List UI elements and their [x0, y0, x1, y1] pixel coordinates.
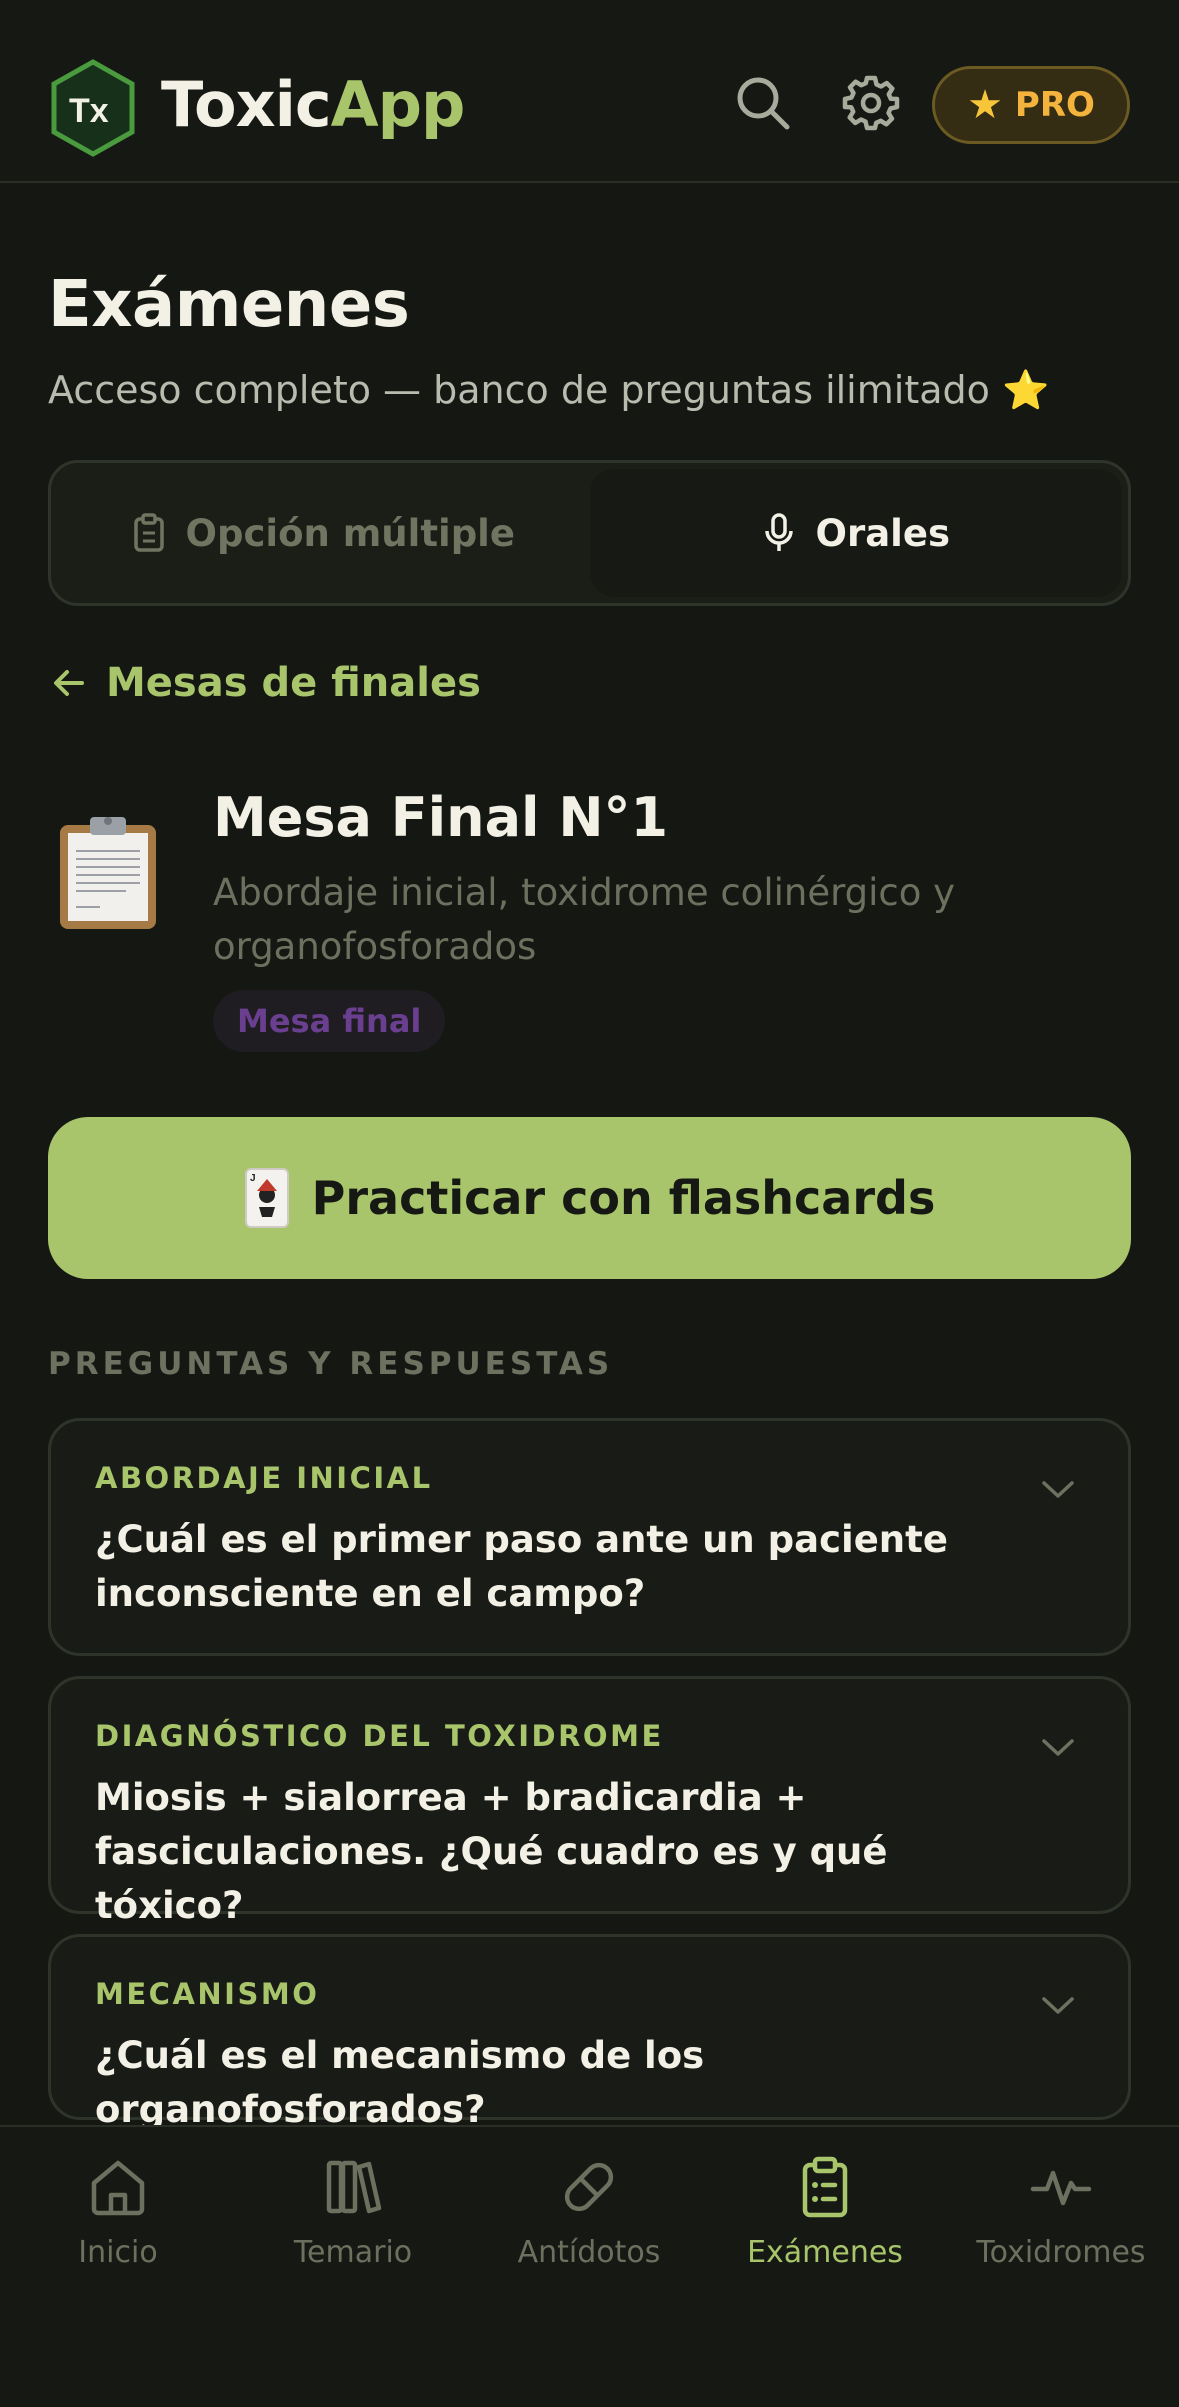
nav-item-toxidromes[interactable]: Toxidromes [943, 2155, 1179, 2270]
pulse-icon [1030, 2170, 1092, 2206]
mesa-description: Abordaje inicial, toxidrome colinérgico … [213, 871, 956, 968]
nav-item-inicio[interactable]: Inicio [0, 2155, 236, 2270]
subtitle-star-icon: ⭐ [1001, 368, 1050, 412]
exams-screen: Tx ToxicApp ★ PRO Exámenes Acceso comple… [0, 0, 1179, 2407]
mesa-type-badge: Mesa final [213, 990, 446, 1052]
brand-part2: App [330, 68, 466, 141]
exam-type-tabs: Opción múltiple Orales [48, 460, 1131, 606]
chevron-down-icon[interactable] [1040, 1735, 1076, 1759]
back-to-mesas-link[interactable]: Mesas de finales [52, 660, 481, 706]
question-card[interactable]: ABORDAJE INICIAL ¿Cuál es el primer paso… [48, 1418, 1131, 1656]
subtitle-text: Acceso completo — banco de preguntas ili… [48, 368, 990, 412]
search-icon[interactable] [734, 74, 792, 132]
clipboard-list-icon [802, 2156, 848, 2218]
tab-label: Opción múltiple [185, 511, 515, 555]
page-title: Exámenes [48, 268, 410, 342]
question-category: MECANISMO [95, 1977, 320, 2011]
flashcards-label: Practicar con flashcards [311, 1171, 936, 1225]
question-text: ¿Cuál es el mecanismo de los organofosfo… [95, 2034, 705, 2131]
question-text: Miosis + sialorrea + bradicardia + fasci… [95, 1776, 888, 1927]
question-category: ABORDAJE INICIAL [95, 1461, 433, 1495]
joker-card-icon: J [244, 1168, 289, 1228]
microphone-icon [764, 513, 793, 551]
home-icon [91, 2160, 145, 2216]
pro-label: PRO [1014, 85, 1095, 125]
pro-button[interactable]: ★ PRO [932, 66, 1130, 144]
clipboard-icon [133, 513, 164, 552]
nav-label: Toxidromes [976, 2235, 1146, 2270]
pill-icon [564, 2162, 614, 2212]
tab-orales[interactable]: Orales [589, 469, 1122, 597]
question-category: DIAGNÓSTICO DEL TOXIDROME [95, 1719, 664, 1753]
mesa-title: Mesa Final N°1 [213, 786, 669, 849]
clipboard-emoji-icon [60, 817, 156, 929]
nav-item-antidotos[interactable]: Antídotos [471, 2155, 707, 2270]
tab-opcion-multiple[interactable]: Opción múltiple [57, 469, 590, 597]
nav-item-examenes[interactable]: Exámenes [707, 2155, 943, 2270]
tab-label: Orales [815, 511, 950, 555]
nav-label: Exámenes [747, 2235, 903, 2270]
back-link-label: Mesas de finales [106, 660, 481, 706]
logo-text: Tx [69, 92, 109, 130]
chevron-down-icon[interactable] [1040, 1993, 1076, 2017]
books-icon [326, 2160, 382, 2214]
question-card[interactable]: DIAGNÓSTICO DEL TOXIDROME Miosis + sialo… [48, 1676, 1131, 1927]
app-brand[interactable]: ToxicApp [161, 68, 466, 142]
question-text: ¿Cuál es el primer paso ante un paciente… [95, 1518, 948, 1615]
arrow-left-icon [54, 670, 84, 696]
section-label: PREGUNTAS Y RESPUESTAS [48, 1346, 614, 1382]
nav-label: Temario [293, 2235, 413, 2270]
bottom-navigation: Inicio Temario Antídotos Exámenes Toxidr… [0, 2125, 1179, 2407]
star-icon: ★ [967, 82, 1003, 128]
app-logo-icon: Tx [51, 59, 135, 157]
chevron-down-icon[interactable] [1040, 1477, 1076, 1501]
gear-icon[interactable] [842, 74, 900, 132]
practice-flashcards-button[interactable]: J Practicar con flashcards [48, 1117, 1131, 1279]
nav-item-temario[interactable]: Temario [235, 2155, 471, 2270]
svg-text:J: J [250, 1173, 256, 1184]
nav-label: Antídotos [517, 2235, 661, 2270]
page-subtitle: Acceso completo — banco de preguntas ili… [48, 368, 1049, 413]
app-header: Tx ToxicApp ★ PRO [0, 0, 1179, 183]
brand-part1: Toxic [161, 68, 332, 141]
question-card[interactable]: MECANISMO ¿Cuál es el mecanismo de los o… [48, 1934, 1131, 2131]
nav-label: Inicio [78, 2235, 158, 2270]
